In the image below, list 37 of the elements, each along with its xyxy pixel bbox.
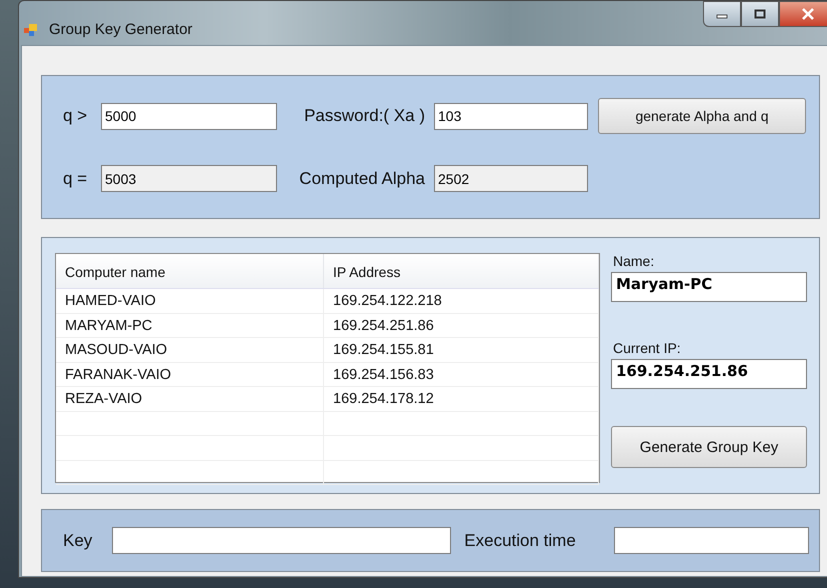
field-label: q > xyxy=(63,106,88,126)
table-cell: REZA-VAIO xyxy=(56,387,324,410)
table-cell: MASOUD-VAIO xyxy=(56,338,324,362)
name-label: Name: xyxy=(613,253,656,269)
time-label: Execution time xyxy=(464,530,577,550)
maximize-button[interactable] xyxy=(741,1,779,27)
table-cell: 169.254.122.218 xyxy=(324,289,599,312)
app-icon xyxy=(23,22,39,38)
table-cell: HAMED-VAIO xyxy=(56,289,324,312)
field-label: Computed Alpha xyxy=(298,168,426,188)
column-header[interactable]: IP Address xyxy=(324,254,599,288)
table-cell: FARANAK-VAIO xyxy=(56,362,324,386)
minimize-button[interactable] xyxy=(703,1,741,27)
input-field[interactable]: 2502 xyxy=(434,165,588,192)
key-label: Key xyxy=(63,530,92,550)
close-button[interactable] xyxy=(779,1,827,27)
generate-key-button[interactable]: Generate Group Key xyxy=(611,426,807,468)
table-cell: 169.254.178.12 xyxy=(324,387,599,410)
generate-button[interactable]: generate Alpha and q xyxy=(598,98,806,134)
table-cell: MARYAM-PC xyxy=(56,314,324,337)
table-cell: 169.254.251.86 xyxy=(324,314,599,337)
table-cell: 169.254.155.81 xyxy=(324,338,599,362)
time-field[interactable] xyxy=(614,527,810,554)
field-label: Password:( Xa ) xyxy=(303,106,426,126)
ip-field[interactable]: 169.254.251.86 xyxy=(611,359,807,389)
maximize-icon xyxy=(754,9,766,19)
table-cell: 169.254.156.83 xyxy=(324,362,599,386)
window-title: Group Key Generator xyxy=(49,21,192,38)
close-icon xyxy=(801,8,815,20)
input-field[interactable]: 5000 xyxy=(101,102,277,130)
key-field[interactable] xyxy=(112,527,452,554)
input-field[interactable]: 103 xyxy=(434,102,588,130)
ip-label: Current IP: xyxy=(613,340,682,356)
column-header[interactable]: Computer name xyxy=(56,254,324,288)
name-field[interactable]: Maryam-PC xyxy=(611,272,807,302)
field-label: q = xyxy=(63,168,88,188)
input-field[interactable]: 5003 xyxy=(101,165,277,192)
